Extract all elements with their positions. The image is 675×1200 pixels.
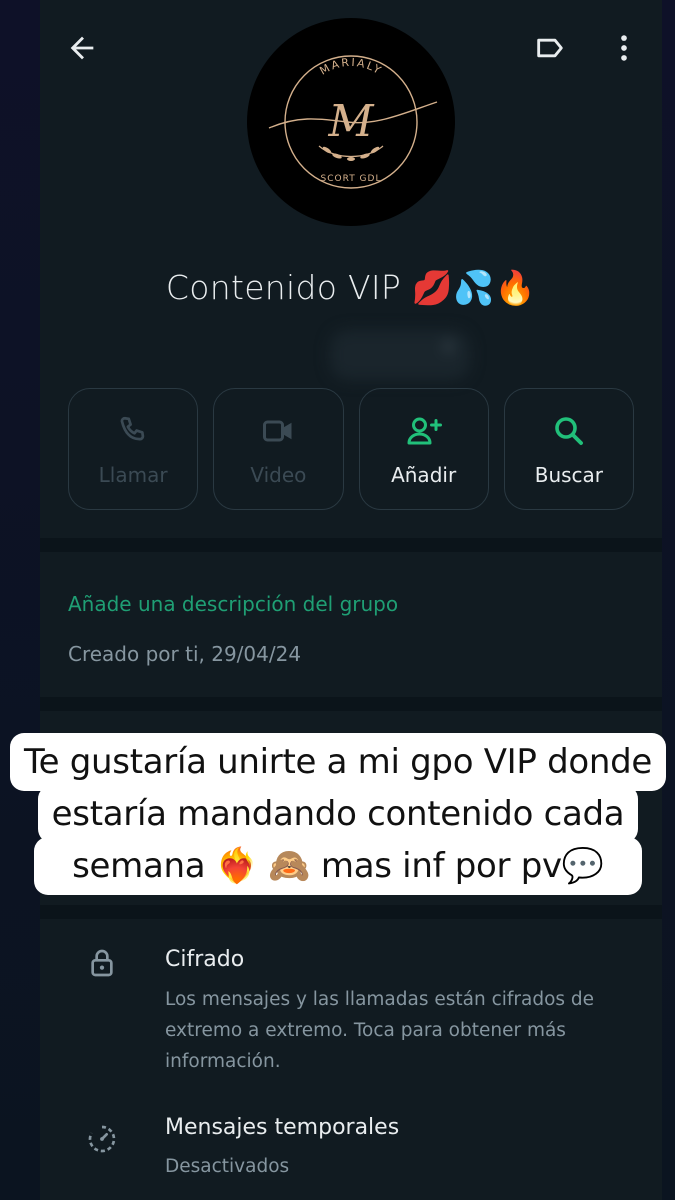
- settings-section: Cifrado Los mensajes y las llamadas está…: [40, 919, 662, 1200]
- search-button[interactable]: Buscar: [503, 388, 634, 510]
- back-arrow-icon: [70, 36, 94, 60]
- group-info-screen: MARIALY M SCORT GDL Contenido VIP 💋💦🔥 s: [40, 0, 662, 1200]
- created-info: Creado por ti, 29/04/24: [68, 642, 302, 666]
- group-avatar[interactable]: MARIALY M SCORT GDL: [247, 18, 455, 226]
- call-button[interactable]: Llamar: [68, 388, 199, 510]
- overlay-line-2: estaría mandando contenido cada: [51, 794, 625, 834]
- lock-icon: [91, 949, 113, 977]
- call-label: Llamar: [98, 463, 168, 487]
- label-tag-icon: [537, 38, 563, 58]
- overlay-line-1: Te gustaría unirte a mi gpo VIP donde: [23, 742, 653, 782]
- disappearing-messages-row[interactable]: Mensajes temporales Desactivados: [40, 1109, 662, 1200]
- add-description-link[interactable]: Añade una descripción del grupo: [68, 592, 398, 616]
- svg-text:MARIALY: MARIALY: [317, 56, 384, 78]
- disappearing-subtitle: Desactivados: [165, 1156, 290, 1177]
- search-label: Buscar: [534, 463, 604, 487]
- encryption-title: Cifrado: [165, 947, 245, 972]
- search-icon: [555, 417, 583, 445]
- encryption-row[interactable]: Cifrado Los mensajes y las llamadas está…: [40, 919, 662, 1089]
- video-button[interactable]: Video: [213, 388, 344, 510]
- group-header: MARIALY M SCORT GDL Contenido VIP 💋💦🔥 s: [40, 0, 662, 538]
- add-person-icon: [407, 417, 442, 445]
- logo-icon: MARIALY M SCORT GDL: [268, 55, 438, 189]
- video-label: Video: [250, 463, 307, 487]
- description-section: Añade una descripción del grupo Creado p…: [40, 552, 662, 697]
- action-buttons: Llamar Video Añadir Buscar: [68, 388, 634, 510]
- more-options-button[interactable]: [602, 26, 646, 70]
- overlay-line-3: semana ❤️‍🔥 🙈 mas inf por pv💬: [72, 846, 604, 886]
- video-icon: [263, 420, 292, 442]
- back-button[interactable]: [60, 26, 104, 70]
- text-overlay: Te gustaría unirte a mi gpo VIP donde es…: [10, 733, 666, 895]
- encryption-subtitle: Los mensajes y las llamadas están cifrad…: [165, 989, 595, 1072]
- add-member-button[interactable]: Añadir: [358, 388, 489, 510]
- group-name: Contenido VIP 💋💦🔥: [165, 268, 537, 307]
- svg-text:M: M: [327, 96, 374, 147]
- group-meta: s: [330, 330, 470, 380]
- svg-text:SCORT GDL: SCORT GDL: [321, 174, 382, 184]
- overlay-caption: Te gustaría unirte a mi gpo VIP donde es…: [10, 736, 666, 892]
- more-vert-icon: [621, 35, 627, 61]
- add-label: Añadir: [391, 463, 457, 487]
- timer-icon: [88, 1125, 116, 1153]
- disappearing-title: Mensajes temporales: [165, 1115, 400, 1140]
- label-button[interactable]: [528, 26, 572, 70]
- phone-icon: [120, 416, 145, 441]
